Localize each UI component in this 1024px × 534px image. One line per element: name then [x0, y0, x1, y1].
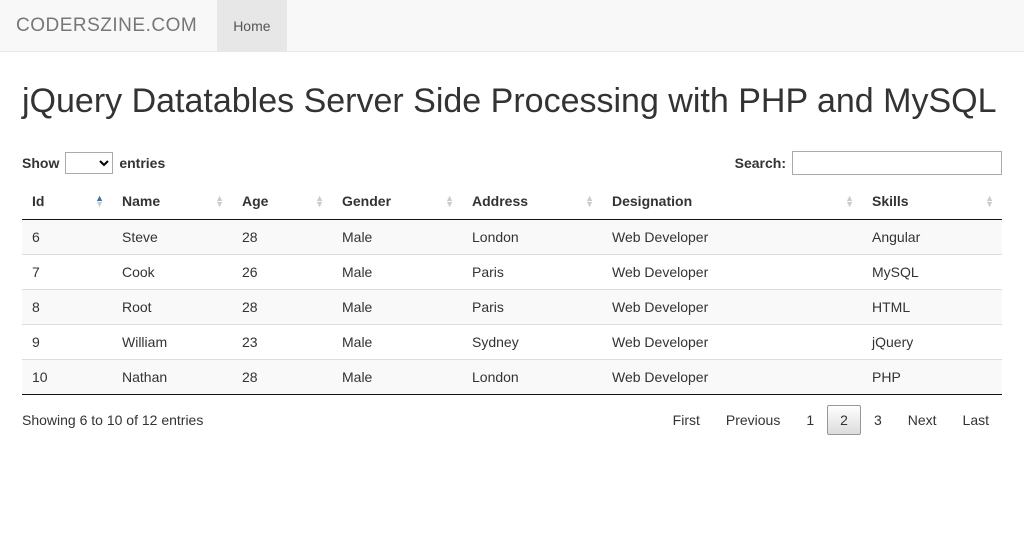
search-control: Search:: [735, 151, 1002, 175]
sort-icon: ▲▼: [585, 195, 594, 207]
nav-home[interactable]: Home: [217, 0, 286, 52]
table-controls: Show entries Search:: [22, 151, 1002, 175]
pagination: First Previous 1 2 3 Next Last: [660, 405, 1002, 435]
cell-age: 26: [232, 255, 332, 290]
table-row: 6 Steve 28 Male London Web Developer Ang…: [22, 220, 1002, 255]
cell-name: Nathan: [112, 360, 232, 395]
sort-icon: ▲▼: [215, 195, 224, 207]
cell-age: 28: [232, 290, 332, 325]
cell-gender: Male: [332, 290, 462, 325]
header-label: Address: [472, 193, 528, 209]
cell-designation: Web Developer: [602, 255, 862, 290]
col-header-designation[interactable]: Designation ▲▼: [602, 183, 862, 220]
navbar: CODERSZINE.COM Home: [0, 0, 1024, 52]
table-footer: Showing 6 to 10 of 12 entries First Prev…: [22, 405, 1002, 435]
cell-id: 6: [22, 220, 112, 255]
cell-gender: Male: [332, 360, 462, 395]
col-header-skills[interactable]: Skills ▲▼: [862, 183, 1002, 220]
cell-name: Steve: [112, 220, 232, 255]
cell-designation: Web Developer: [602, 325, 862, 360]
length-control: Show entries: [22, 152, 165, 174]
page-first[interactable]: First: [660, 405, 713, 435]
page-1[interactable]: 1: [793, 405, 827, 435]
col-header-age[interactable]: Age ▲▼: [232, 183, 332, 220]
header-label: Age: [242, 193, 268, 209]
cell-skills: MySQL: [862, 255, 1002, 290]
cell-skills: HTML: [862, 290, 1002, 325]
entries-select[interactable]: [65, 152, 113, 174]
cell-name: William: [112, 325, 232, 360]
table-row: 9 William 23 Male Sydney Web Developer j…: [22, 325, 1002, 360]
cell-age: 23: [232, 325, 332, 360]
showing-info: Showing 6 to 10 of 12 entries: [22, 412, 203, 428]
col-header-address[interactable]: Address ▲▼: [462, 183, 602, 220]
table-body: 6 Steve 28 Male London Web Developer Ang…: [22, 220, 1002, 395]
sort-icon: ▲▼: [95, 195, 104, 207]
cell-id: 9: [22, 325, 112, 360]
header-label: Name: [122, 193, 160, 209]
cell-age: 28: [232, 220, 332, 255]
table-row: 10 Nathan 28 Male London Web Developer P…: [22, 360, 1002, 395]
cell-id: 8: [22, 290, 112, 325]
cell-designation: Web Developer: [602, 360, 862, 395]
cell-gender: Male: [332, 220, 462, 255]
header-label: Skills: [872, 193, 909, 209]
cell-skills: Angular: [862, 220, 1002, 255]
cell-name: Root: [112, 290, 232, 325]
search-label: Search:: [735, 155, 786, 171]
show-label-pre: Show: [22, 155, 59, 171]
cell-designation: Web Developer: [602, 220, 862, 255]
col-header-id[interactable]: Id ▲▼: [22, 183, 112, 220]
col-header-gender[interactable]: Gender ▲▼: [332, 183, 462, 220]
cell-gender: Male: [332, 255, 462, 290]
sort-icon: ▲▼: [845, 195, 854, 207]
cell-gender: Male: [332, 325, 462, 360]
page-title: jQuery Datatables Server Side Processing…: [22, 82, 1002, 121]
main-container: jQuery Datatables Server Side Processing…: [0, 52, 1024, 453]
table-row: 7 Cook 26 Male Paris Web Developer MySQL: [22, 255, 1002, 290]
cell-name: Cook: [112, 255, 232, 290]
sort-icon: ▲▼: [985, 195, 994, 207]
table-row: 8 Root 28 Male Paris Web Developer HTML: [22, 290, 1002, 325]
page-next[interactable]: Next: [895, 405, 950, 435]
cell-designation: Web Developer: [602, 290, 862, 325]
cell-age: 28: [232, 360, 332, 395]
brand-logo[interactable]: CODERSZINE.COM: [16, 15, 209, 37]
cell-address: Paris: [462, 290, 602, 325]
cell-skills: PHP: [862, 360, 1002, 395]
sort-icon: ▲▼: [445, 195, 454, 207]
header-label: Designation: [612, 193, 692, 209]
cell-id: 10: [22, 360, 112, 395]
search-input[interactable]: [792, 151, 1002, 175]
show-label-post: entries: [119, 155, 165, 171]
page-last[interactable]: Last: [950, 405, 1002, 435]
cell-address: London: [462, 220, 602, 255]
cell-address: Paris: [462, 255, 602, 290]
header-label: Gender: [342, 193, 391, 209]
table-header-row: Id ▲▼ Name ▲▼ Age ▲▼ Gender ▲▼ Address: [22, 183, 1002, 220]
page-2[interactable]: 2: [827, 405, 861, 435]
col-header-name[interactable]: Name ▲▼: [112, 183, 232, 220]
cell-id: 7: [22, 255, 112, 290]
sort-icon: ▲▼: [315, 195, 324, 207]
page-3[interactable]: 3: [861, 405, 895, 435]
page-previous[interactable]: Previous: [713, 405, 793, 435]
header-label: Id: [32, 193, 44, 209]
cell-skills: jQuery: [862, 325, 1002, 360]
cell-address: London: [462, 360, 602, 395]
cell-address: Sydney: [462, 325, 602, 360]
data-table: Id ▲▼ Name ▲▼ Age ▲▼ Gender ▲▼ Address: [22, 183, 1002, 395]
